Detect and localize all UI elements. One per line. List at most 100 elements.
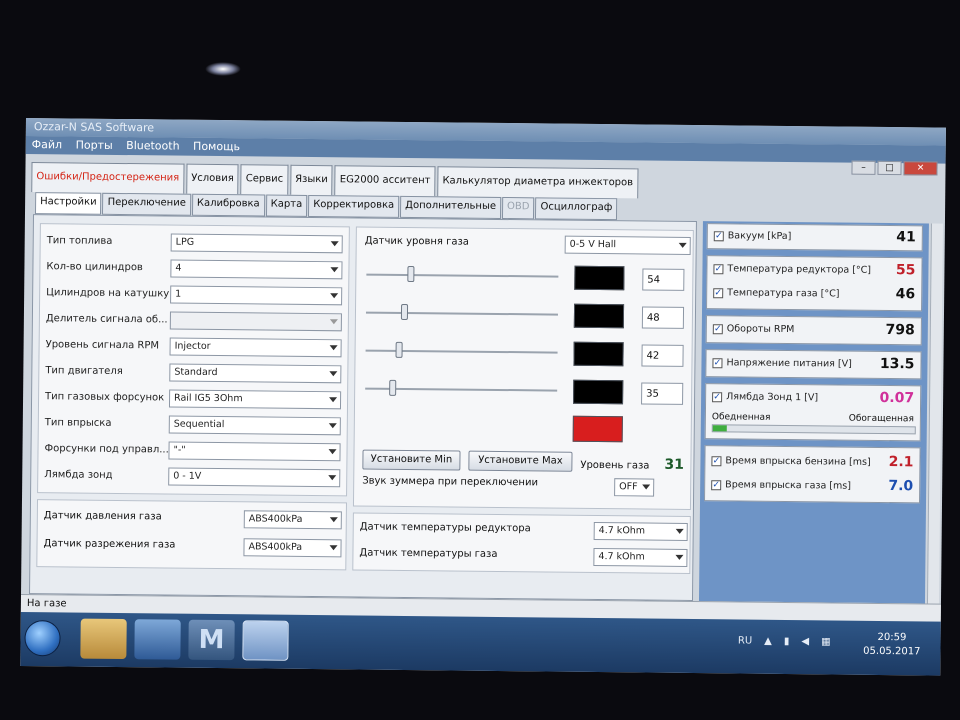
gas-injection-value: 7.0 (888, 478, 914, 495)
menu-file[interactable]: Файл (32, 138, 63, 151)
lambda-lean-label: Обедненная (711, 412, 771, 423)
gas-temp-sensor-select[interactable]: 4.7 kOhm (593, 547, 688, 567)
start-button[interactable] (24, 620, 61, 657)
tab-additional[interactable]: Дополнительные (400, 195, 502, 219)
vacuum-checkbox[interactable]: ✓ (713, 231, 724, 242)
chevron-down-icon (675, 554, 684, 560)
reading-rpm: ✓ Обороты RPM 798 (712, 322, 915, 339)
tab-errors[interactable]: Ошибки/Предостережения (31, 162, 185, 194)
slider-thumb[interactable] (395, 341, 403, 358)
tab-service[interactable]: Сервис (240, 164, 289, 195)
battery-icon[interactable]: ▮ (784, 636, 790, 647)
tab-calibration[interactable]: Калибровка (191, 193, 265, 217)
level-value-box[interactable]: 35 (641, 382, 684, 405)
tab-map[interactable]: Карта (265, 194, 308, 217)
level-value-box[interactable]: 42 (641, 344, 684, 367)
vacuum-sensor-select[interactable]: ABS400kPa (243, 538, 342, 558)
tab-correction[interactable]: Корректировка (308, 194, 400, 218)
lambda-value: 0.07 (879, 389, 915, 407)
clock-time: 20:59 (877, 631, 907, 644)
tab-languages[interactable]: Языки (289, 164, 333, 196)
gas-injection-checkbox[interactable]: ✓ (711, 480, 722, 491)
folder-icon[interactable] (80, 618, 127, 660)
fuel-type-select[interactable]: LPG (170, 233, 343, 254)
menu-ports[interactable]: Порты (76, 139, 113, 152)
gas-level-group: Датчик уровня газа 0-5 V Hall 54 48 42 3… (352, 226, 694, 510)
lambda-select[interactable]: 0 - 1V (168, 467, 341, 488)
gas-app-icon[interactable] (242, 620, 289, 661)
controlled-injectors-select[interactable]: "-" (168, 441, 341, 462)
gas-level-slider-row: 54 (362, 262, 688, 295)
slider-thumb[interactable] (407, 266, 415, 283)
chevron-down-icon (330, 267, 339, 273)
reducer-temp-sensor-select[interactable]: 4.7 kOhm (593, 521, 688, 541)
buzzer-label: Звук зуммера при переключении (362, 475, 539, 489)
cylinders-per-coil-select[interactable]: 1 (170, 285, 343, 306)
reading-vacuum: ✓ Вакуум [kPa] 41 (713, 229, 916, 246)
readings-panel: ✓ Вакуум [kPa] 41 ✓ Температура редуктор… (698, 221, 929, 604)
tab-conditions[interactable]: Условия (186, 163, 239, 195)
readings-scrollbar[interactable] (926, 223, 943, 604)
app-m-icon[interactable]: M (188, 619, 235, 661)
tab-obd[interactable]: OBD (501, 196, 535, 220)
menu-help[interactable]: Помощь (193, 140, 240, 153)
buzzer-select[interactable]: OFF (614, 478, 655, 497)
reading-reducer-temp: ✓ Температура редуктора [°C] 55 (713, 262, 916, 279)
injection-type-select[interactable]: Sequential (168, 415, 341, 436)
maximize-icon[interactable]: □ (877, 160, 902, 176)
voltage-checkbox[interactable]: ✓ (712, 358, 723, 369)
engine-settings-group: Тип топлива LPG Кол-во цилиндров 4 Цилин… (37, 223, 350, 497)
slider-track (366, 273, 559, 278)
gas-level-sensor-select[interactable]: 0-5 V Hall (564, 235, 691, 255)
network-icon[interactable]: ▦ (821, 636, 831, 647)
gas-temp-checkbox[interactable]: ✓ (713, 288, 724, 299)
rpm-checkbox[interactable]: ✓ (712, 324, 723, 335)
slider-track (365, 311, 558, 316)
reading-petrol-injection: ✓ Время впрыска бензина [ms] 2.1 (711, 454, 914, 471)
reducer-temp-checkbox[interactable]: ✓ (713, 264, 724, 275)
rpm-signal-select[interactable]: Injector (169, 337, 342, 358)
pressure-sensors-group: Датчик давления газа ABS400kPa Датчик ра… (36, 499, 347, 571)
gas-temp-sensor-label: Датчик температуры газа (359, 547, 498, 560)
field-controlled-injectors: Форсунки под управл... "-" (44, 440, 344, 463)
clock[interactable]: 20:59 05.05.2017 (863, 631, 921, 660)
chevron-down-icon (329, 371, 338, 377)
tab-eg2000[interactable]: EG2000 асситент (334, 165, 436, 197)
tab-injector-calculator[interactable]: Калькулятор диаметра инжекторов (437, 166, 639, 199)
floppy-disk-icon[interactable] (134, 619, 181, 660)
level-value-box[interactable]: 48 (641, 306, 685, 329)
flag-icon[interactable]: ▲ (764, 636, 772, 647)
gas-level-slider-row: 48 (362, 300, 688, 333)
volume-icon[interactable]: ◀ (801, 636, 809, 647)
signal-divider-select[interactable] (169, 311, 342, 332)
petrol-injection-checkbox[interactable]: ✓ (711, 456, 722, 467)
chevron-down-icon (678, 242, 687, 248)
language-indicator[interactable]: RU (738, 635, 752, 646)
chevron-down-icon (675, 528, 684, 534)
vacuum-card: ✓ Вакуум [kPa] 41 (706, 223, 923, 252)
tab-oscilloscope[interactable]: Осциллограф (535, 197, 618, 221)
set-max-button[interactable]: Установите Max (468, 450, 573, 472)
field-cylinders-per-coil: Цилиндров на катушку 1 (46, 284, 346, 307)
pressure-sensor-select[interactable]: ABS400kPa (243, 510, 342, 530)
slider-thumb[interactable] (401, 303, 409, 321)
engine-type-select[interactable]: Standard (169, 363, 342, 384)
lambda-checkbox[interactable]: ✓ (712, 392, 723, 403)
close-icon[interactable]: ✕ (903, 161, 938, 176)
gas-injectors-select[interactable]: Rail IG5 3Ohm (168, 389, 342, 410)
menu-bluetooth[interactable]: Bluetooth (126, 139, 180, 153)
tab-settings[interactable]: Настройки (34, 192, 102, 215)
reading-gas-temp: ✓ Температура газа [°C] 46 (713, 286, 916, 303)
slider-thumb[interactable] (389, 379, 397, 396)
minimize-icon[interactable]: – (851, 160, 876, 175)
clock-date: 05.05.2017 (863, 645, 921, 658)
gas-level-value: 31 (664, 456, 684, 473)
tab-switching[interactable]: Переключение (102, 192, 191, 216)
gas-temp-value: 46 (895, 286, 916, 303)
reading-voltage: ✓ Напряжение питания [V] 13.5 (712, 355, 915, 373)
cylinders-select[interactable]: 4 (170, 259, 343, 280)
level-indicator (573, 303, 625, 329)
set-min-button[interactable]: Установите Min (362, 449, 461, 471)
level-value-box[interactable]: 54 (642, 268, 685, 291)
gas-level-label: Датчик уровня газа (364, 235, 470, 248)
